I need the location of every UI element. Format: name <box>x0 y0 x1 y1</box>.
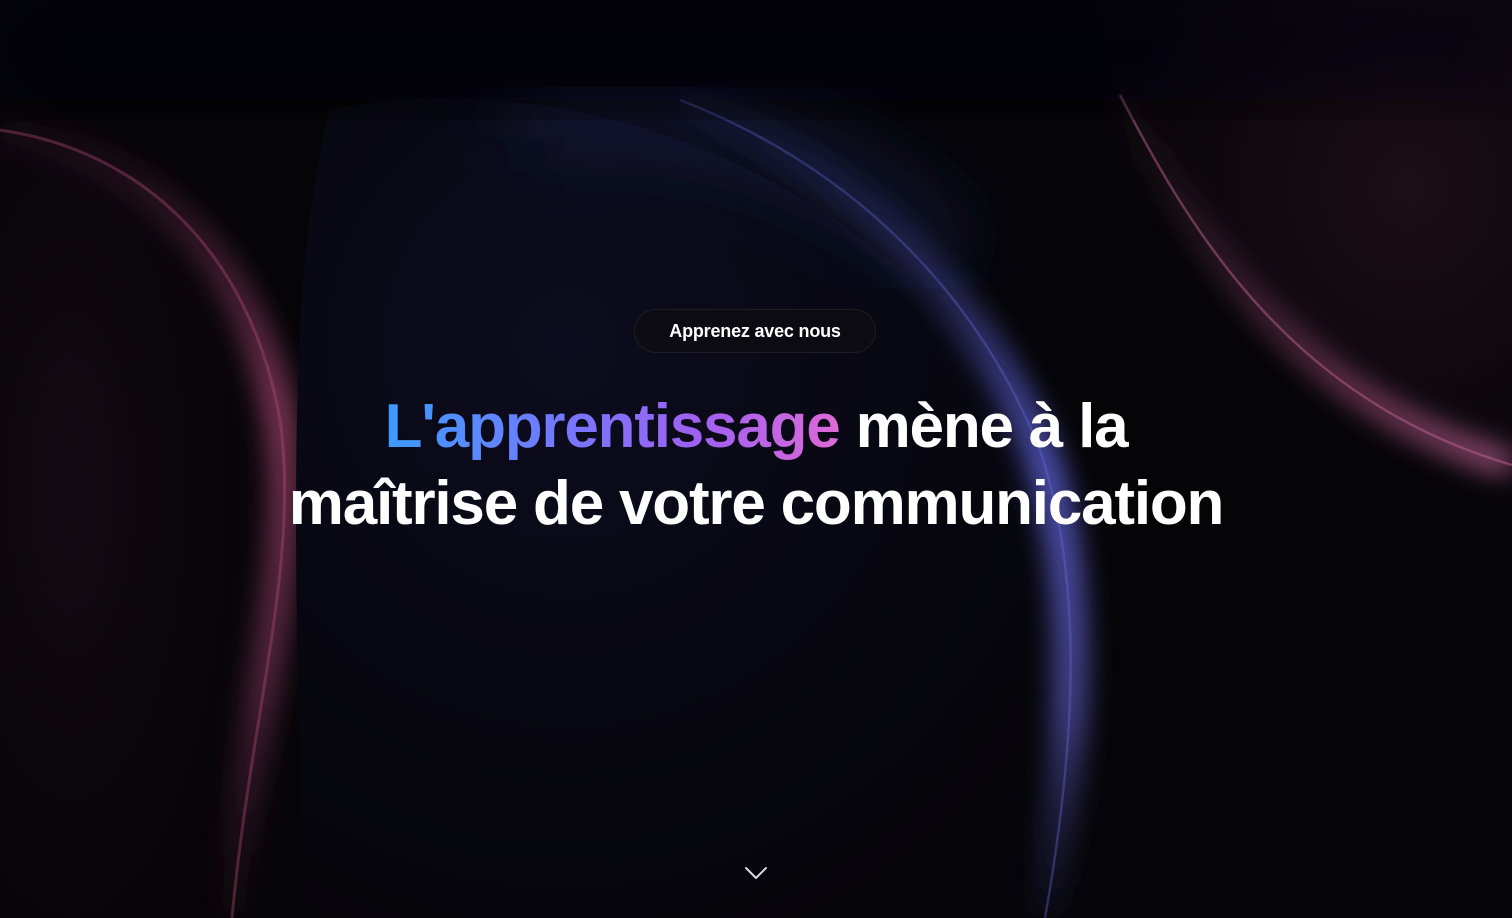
headline-line-2: maîtrise de votre communication <box>288 469 1225 538</box>
headline-rest: mène à la <box>855 392 1129 461</box>
badge-label: Apprenez avec nous <box>669 320 841 341</box>
hero-section: Apprenez avec nous L'apprentissage mène … <box>0 0 1512 918</box>
hero-headline: L'apprentissage mène à la maîtrise de vo… <box>200 388 1312 542</box>
learn-with-us-badge[interactable]: Apprenez avec nous <box>634 309 876 353</box>
headline-line-1: L'apprentissage mène à la <box>200 388 1312 465</box>
headline-highlight: L'apprentissage <box>384 392 841 461</box>
scroll-down-button[interactable] <box>742 862 770 884</box>
chevron-down-icon <box>745 867 767 879</box>
